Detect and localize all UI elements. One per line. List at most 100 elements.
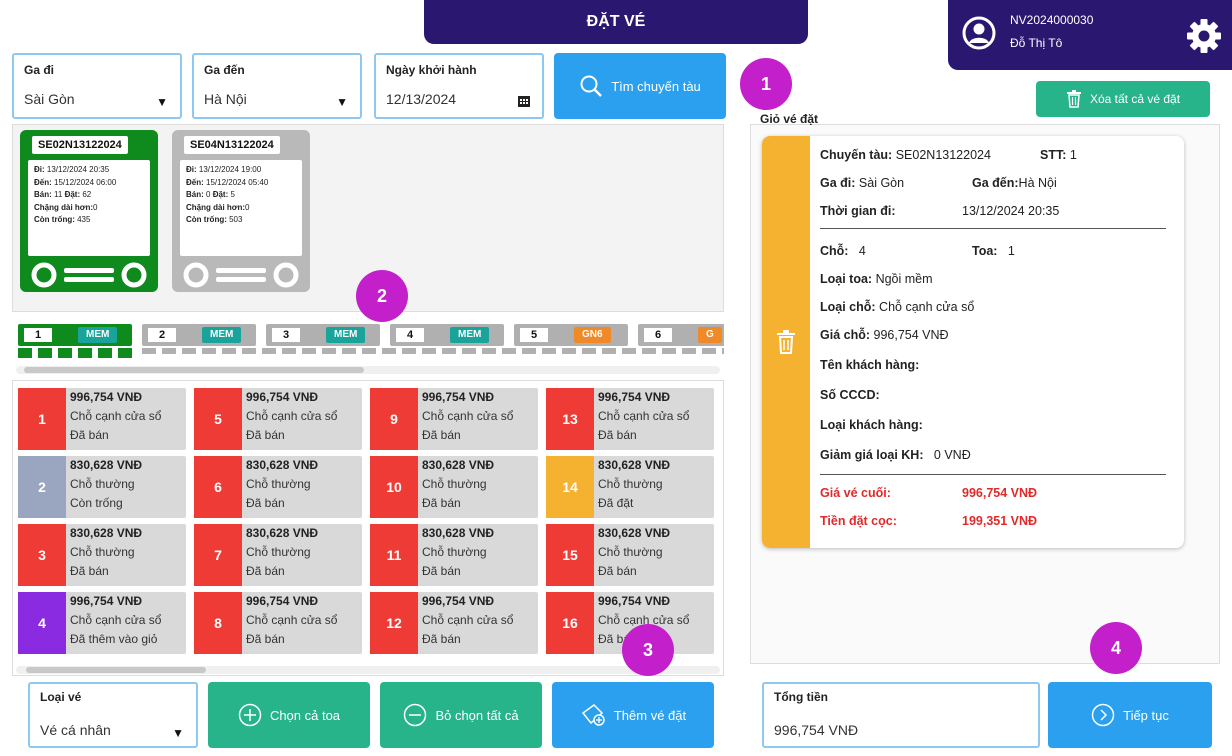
seat-cell[interactable]: 4 996,754 VNĐ Chỗ cạnh cửa sổ Đã thêm vào g… <box>18 592 186 654</box>
carriage-tab[interactable]: 3 MEM <box>266 324 380 346</box>
train-empty: 503 <box>229 215 243 224</box>
train-longer-label: Chặng dài hơn: <box>186 202 246 212</box>
minus-circle-icon <box>404 703 427 727</box>
search-trains-label: Tìm chuyến tàu <box>611 78 701 94</box>
chevron-down-icon: ▼ <box>172 726 184 740</box>
cart-to: Hà Nội <box>1018 176 1057 190</box>
seat-price: 830,628 VNĐ <box>70 526 143 540</box>
train-arrive-label: Đến: <box>186 177 204 187</box>
search-trains-button[interactable]: Tìm chuyến tàu <box>554 53 726 119</box>
seat-cell[interactable]: 13 996,754 VNĐ Chỗ cạnh cửa sổ Đã bán <box>546 388 714 450</box>
seat-status: Đã bán <box>70 428 109 442</box>
search-icon <box>580 75 603 97</box>
cart-discount: 0 VNĐ <box>933 448 971 462</box>
train-depart: 13/12/2024 20:35 <box>46 165 110 174</box>
remove-ticket-button[interactable] <box>762 136 810 548</box>
seat-cell[interactable]: 9 996,754 VNĐ Chỗ cạnh cửa sổ Đã bán <box>370 388 538 450</box>
carriage-tab[interactable]: 4 MEM <box>390 324 504 346</box>
carriage-tab[interactable]: 1 MEM <box>18 324 132 346</box>
deselect-all-button[interactable]: Bỏ chọn tất cả <box>380 682 542 748</box>
seat-cell[interactable]: 10 830,628 VNĐ Chỗ thường Đã bán <box>370 456 538 518</box>
carriage-tab[interactable]: 2 MEM <box>142 324 256 346</box>
clear-cart-button[interactable]: Xóa tất cả vé đặt <box>1036 81 1210 117</box>
seat-price: 996,754 VNĐ <box>422 594 495 608</box>
add-ticket-label: Thêm vé đặt <box>613 707 687 723</box>
continue-button[interactable]: Tiếp tục <box>1048 682 1212 748</box>
seat-cell[interactable]: 8 996,754 VNĐ Chỗ cạnh cửa sổ Đã bán <box>194 592 362 654</box>
cart-stt-label: STT: <box>1040 148 1067 162</box>
cart-deposit: 199,351 VNĐ <box>962 514 1038 528</box>
ticket-type-select[interactable]: Loại vé Vé cá nhân ▼ <box>28 682 198 748</box>
seat-number: 12 <box>370 592 418 654</box>
seat-type: Chỗ thường <box>246 477 311 491</box>
seat-status: Đã bán <box>246 496 285 510</box>
seat-cell[interactable]: 3 830,628 VNĐ Chỗ thường Đã bán <box>18 524 186 586</box>
clear-cart-label: Xóa tất cả vé đặt <box>1089 92 1181 106</box>
carriage-number: 6 <box>644 328 672 342</box>
seat-cell[interactable]: 7 830,628 VNĐ Chỗ thường Đã bán <box>194 524 362 586</box>
seat-cell[interactable]: 2 830,628 VNĐ Chỗ thường Còn trống <box>18 456 186 518</box>
train-wheels-icon <box>183 262 299 288</box>
departure-date-picker[interactable]: Ngày khởi hành 12/13/2024 <box>374 53 544 119</box>
train-empty: 435 <box>77 215 91 224</box>
seat-price: 996,754 VNĐ <box>598 390 671 404</box>
gear-icon[interactable] <box>1184 16 1224 56</box>
train-info: Đi: 13/12/2024 20:35 Đến: 15/12/2024 06:… <box>28 160 150 256</box>
seat-number: 13 <box>546 388 594 450</box>
seat-cell[interactable]: 11 830,628 VNĐ Chỗ thường Đã bán <box>370 524 538 586</box>
departure-date-value: 12/13/2024 <box>386 91 457 107</box>
seat-status: Đã bán <box>246 564 285 578</box>
seat-status: Đã bán <box>598 564 637 578</box>
carriage-tab[interactable]: 5 GN6 <box>514 324 628 346</box>
train-card[interactable]: SE04N13122024 Đi: 13/12/2024 19:00 Đến: … <box>172 130 310 292</box>
cart-from: Sài Gòn <box>858 176 905 190</box>
seat-price: 830,628 VNĐ <box>422 526 495 540</box>
seat-cell[interactable]: 14 830,628 VNĐ Chỗ thường Đã đặt <box>546 456 714 518</box>
seat-type: Chỗ thường <box>246 545 311 559</box>
seat-price: 830,628 VNĐ <box>422 458 495 472</box>
carriage-tab[interactable]: 6 G <box>638 324 724 346</box>
train-info: Đi: 13/12/2024 19:00 Đến: 15/12/2024 05:… <box>180 160 302 256</box>
train-depart: 13/12/2024 19:00 <box>198 165 262 174</box>
train-wheels-icon <box>31 262 147 288</box>
train-arrive: 15/12/2024 05:40 <box>206 177 269 187</box>
trash-icon <box>777 330 795 354</box>
seat-type: Chỗ cạnh cửa sổ <box>246 409 338 423</box>
seat-number: 9 <box>370 388 418 450</box>
to-station-select[interactable]: Ga đến Hà Nội ▼ <box>192 53 362 119</box>
cart-title: Giỏ vé đặt <box>760 112 819 126</box>
seat-number: 7 <box>194 524 242 586</box>
seat-number: 15 <box>546 524 594 586</box>
seat-type: Chỗ cạnh cửa sổ <box>246 613 338 627</box>
seat-number: 11 <box>370 524 418 586</box>
chevron-down-icon: ▼ <box>336 95 348 109</box>
select-whole-car-label: Chọn cả toa <box>269 707 341 723</box>
train-booked: 5 <box>230 190 235 199</box>
cart-seat-type: Chỗ cạnh cửa sổ <box>879 300 975 314</box>
train-sold: 0 <box>206 190 211 199</box>
annotation-badge: 1 <box>740 58 792 110</box>
seat-cell[interactable]: 1 996,754 VNĐ Chỗ cạnh cửa sổ Đã bán <box>18 388 186 450</box>
seat-cell[interactable]: 12 996,754 VNĐ Chỗ cạnh cửa sổ Đã bán <box>370 592 538 654</box>
carriage-scrollbar[interactable] <box>16 366 720 374</box>
seat-cell[interactable]: 15 830,628 VNĐ Chỗ thường Đã bán <box>546 524 714 586</box>
cart-stt: 1 <box>1069 148 1077 162</box>
seat-cell[interactable]: 6 830,628 VNĐ Chỗ thường Đã bán <box>194 456 362 518</box>
seat-price: 830,628 VNĐ <box>246 526 319 540</box>
departure-date-label: Ngày khởi hành <box>386 63 477 77</box>
carriage-wheels <box>142 348 724 354</box>
seat-scrollbar[interactable] <box>16 666 720 674</box>
train-card[interactable]: SE02N13122024 Đi: 13/12/2024 20:35 Đến: … <box>20 130 158 292</box>
train-empty-label: Còn trống: <box>186 215 227 224</box>
scrollbar-thumb[interactable] <box>24 367 364 373</box>
seat-number: 5 <box>194 388 242 450</box>
seat-price: 830,628 VNĐ <box>246 458 319 472</box>
seat-type: Chỗ thường <box>70 477 135 491</box>
seat-price: 830,628 VNĐ <box>598 526 671 540</box>
scrollbar-thumb[interactable] <box>26 667 206 673</box>
seat-number: 10 <box>370 456 418 518</box>
add-ticket-button[interactable]: Thêm vé đặt <box>552 682 714 748</box>
seat-cell[interactable]: 5 996,754 VNĐ Chỗ cạnh cửa sổ Đã bán <box>194 388 362 450</box>
from-station-select[interactable]: Ga đi Sài Gòn ▼ <box>12 53 182 119</box>
select-whole-car-button[interactable]: Chọn cả toa <box>208 682 370 748</box>
